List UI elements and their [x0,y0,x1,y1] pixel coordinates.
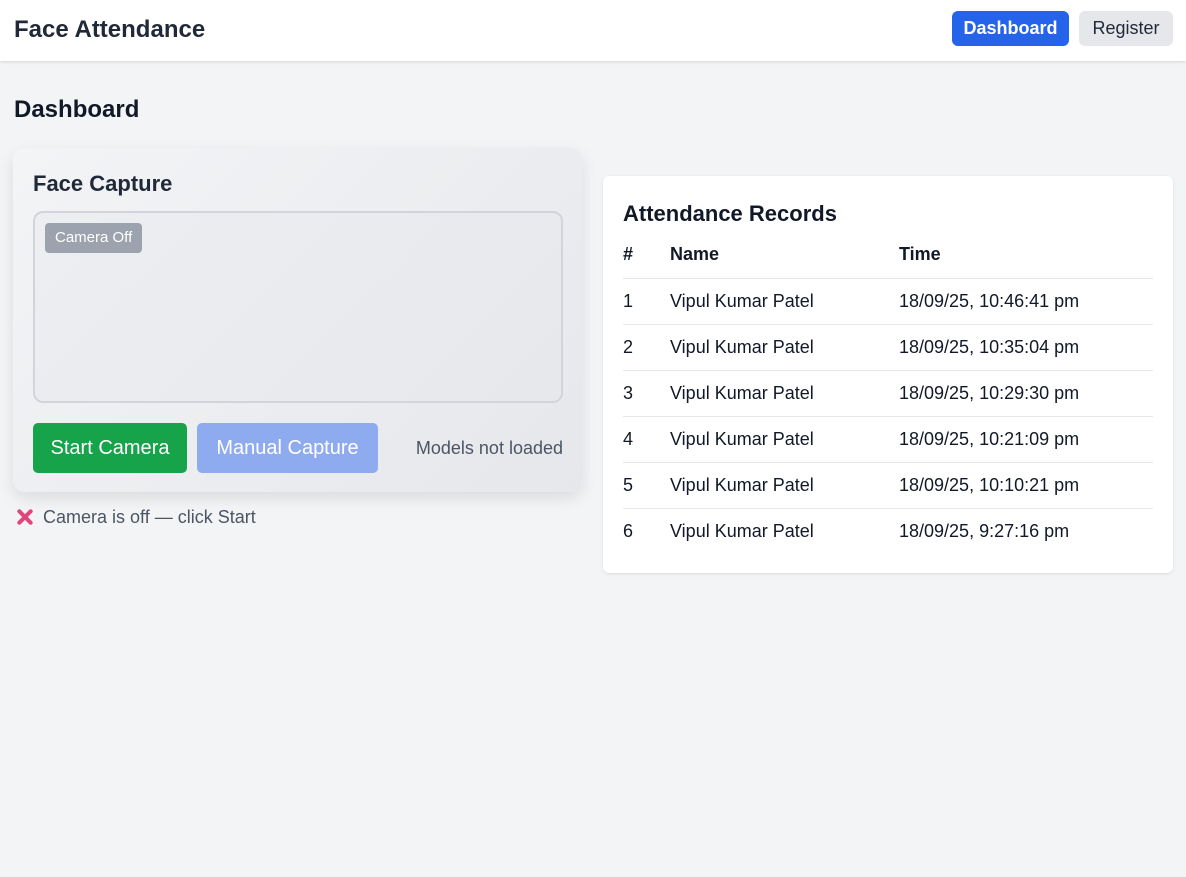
table-row: 4 Vipul Kumar Patel 18/09/25, 10:21:09 p… [623,416,1153,463]
row-number: 2 [623,324,670,371]
row-time: 18/09/25, 10:10:21 pm [899,462,1153,509]
page-title: Dashboard [14,96,140,123]
row-name: Vipul Kumar Patel [670,416,899,463]
row-number: 6 [623,520,634,541]
row-name: Vipul Kumar Patel [670,462,899,509]
attendance-records-title: Attendance Records [623,201,837,226]
nav-dashboard-button[interactable]: Dashboard [952,11,1069,46]
app-title: Face Attendance [14,16,206,43]
table-header-row: # Name Time [623,232,1153,279]
face-capture-card: Face Capture Camera Off Start Camera Man… [13,148,582,492]
table-row: 2 Vipul Kumar Patel 18/09/25, 10:35:04 p… [623,324,1153,371]
manual-capture-button[interactable]: Manual Capture [197,423,378,473]
row-number: 3 [623,370,670,417]
camera-preview: Camera Off [33,211,563,403]
row-time: 18/09/25, 10:46:41 pm [899,278,1153,325]
table-row: 6 Vipul Kumar Patel 18/09/25, 9:27:16 pm [623,508,1153,554]
row-number: 1 [623,278,670,325]
table-row: 5 Vipul Kumar Patel 18/09/25, 10:10:21 p… [623,462,1153,509]
start-camera-button[interactable]: Start Camera [33,423,187,473]
attendance-table: # Name Time 1 Vipul Kumar Patel 18/09/25… [623,232,1153,554]
nav-register-button[interactable]: Register [1079,11,1173,46]
row-name: Vipul Kumar Patel [670,370,899,417]
top-navbar: Face Attendance Dashboard Register [0,0,1186,61]
row-number: 4 [623,416,670,463]
row-time: 18/09/25, 10:29:30 pm [899,370,1153,417]
attendance-records-card: Attendance Records # Name Time 1 Vipul K… [603,176,1173,573]
camera-status-text: Camera is off — click Start [43,507,256,527]
x-icon [15,507,35,527]
row-name: Vipul Kumar Patel [670,278,899,325]
row-name: Vipul Kumar Patel [670,324,899,371]
camera-status: Camera is off — click Start [15,505,256,529]
row-time: 18/09/25, 10:35:04 pm [899,324,1153,371]
table-row: 3 Vipul Kumar Patel 18/09/25, 10:29:30 p… [623,370,1153,417]
row-number: 5 [623,462,670,509]
row-time: 18/09/25, 9:27:16 pm [899,520,1070,541]
column-header-name: Name [670,232,899,279]
row-name: Vipul Kumar Patel [670,520,814,541]
column-header-time: Time [899,232,1153,279]
camera-off-badge: Camera Off [45,223,143,253]
table-row: 1 Vipul Kumar Patel 18/09/25, 10:46:41 p… [623,278,1153,325]
models-status-text: Models not loaded [415,438,563,458]
row-time: 18/09/25, 10:21:09 pm [899,416,1153,463]
face-capture-title: Face Capture [33,171,173,196]
column-header-number: # [623,232,670,279]
